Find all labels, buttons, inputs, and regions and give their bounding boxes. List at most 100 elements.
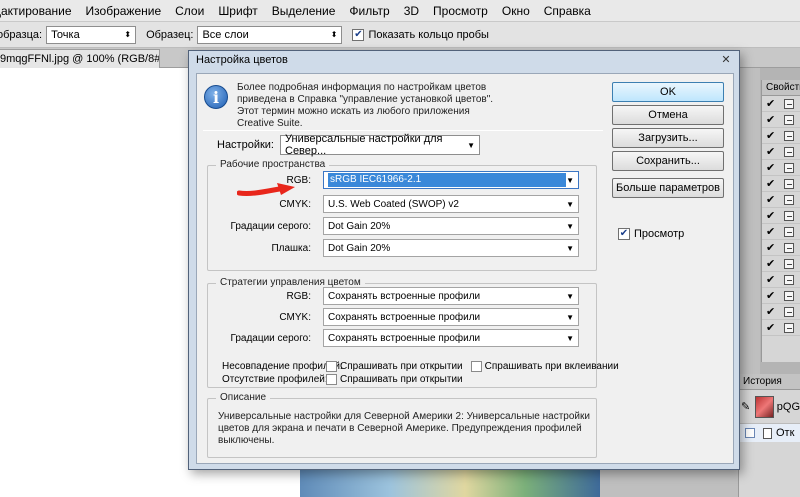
panel-row[interactable]: ✔ xyxy=(762,320,800,336)
gray-space-value: Dot Gain 20% xyxy=(328,220,391,232)
settings-value: Универсальные настройки для Север... xyxy=(285,133,443,157)
menu-window[interactable]: Окно xyxy=(495,4,537,18)
brush-icon: ✎ xyxy=(741,401,751,413)
color-settings-dialog: Настройка цветов ✕ i Более подробная инф… xyxy=(188,50,740,470)
panel-row[interactable]: ✔ xyxy=(762,272,800,288)
chevron-down-icon: ▼ xyxy=(566,175,574,185)
collapse-icon[interactable] xyxy=(784,130,794,141)
working-spaces-group: Рабочие пространства RGB: sRGB IEC61966-… xyxy=(207,159,597,271)
panel-row[interactable]: ✔ xyxy=(762,176,800,192)
show-ring-checkbox[interactable]: ✔ xyxy=(352,28,365,41)
check-icon: ✔ xyxy=(766,306,776,318)
panel-row[interactable]: ✔ xyxy=(762,288,800,304)
collapse-icon[interactable] xyxy=(784,226,794,237)
panel-row[interactable]: ✔ xyxy=(762,192,800,208)
gray-policy-label: Градации серого: xyxy=(230,332,311,344)
collapse-icon[interactable] xyxy=(784,274,794,285)
cmyk-space-value: U.S. Web Coated (SWOP) v2 xyxy=(328,198,459,210)
panel-row[interactable]: ✔ xyxy=(762,224,800,240)
menu-3d[interactable]: 3D xyxy=(397,4,426,18)
panel-row[interactable]: ✔ xyxy=(762,256,800,272)
collapse-icon[interactable] xyxy=(784,210,794,221)
ask-open-checkbox[interactable] xyxy=(326,361,337,372)
cancel-button[interactable]: Отмена xyxy=(612,105,724,125)
gray-policy-select[interactable]: Сохранять встроенные профили ▼ xyxy=(323,329,579,347)
collapse-icon[interactable] xyxy=(784,114,794,125)
menu-view[interactable]: Просмотр xyxy=(426,4,495,18)
panel-row[interactable]: ✔ xyxy=(762,304,800,320)
collapse-icon[interactable] xyxy=(784,258,794,269)
close-icon[interactable]: ✕ xyxy=(719,53,733,67)
sample-size-value: Точка xyxy=(51,28,80,41)
check-icon: ✔ xyxy=(766,98,776,110)
ask-paste-checkbox[interactable] xyxy=(470,361,482,372)
check-icon: ✔ xyxy=(766,162,776,174)
menu-bar: дактирование Изображение Слои Шрифт Выде… xyxy=(0,0,800,22)
collapse-icon[interactable] xyxy=(784,306,794,317)
collapse-icon[interactable] xyxy=(784,242,794,253)
preview-row: ✔ Просмотр xyxy=(618,228,684,240)
panel-row[interactable]: ✔ xyxy=(762,240,800,256)
cmyk-space-select[interactable]: U.S. Web Coated (SWOP) v2 ▼ xyxy=(323,195,579,213)
snapshot-thumbnail xyxy=(754,395,774,418)
menu-type[interactable]: Шрифт xyxy=(211,4,264,18)
menu-edit[interactable]: дактирование xyxy=(0,4,79,18)
panel-row[interactable]: ✔ xyxy=(762,160,800,176)
gray-space-select[interactable]: Dot Gain 20% ▼ xyxy=(323,217,579,235)
collapse-icon[interactable] xyxy=(784,162,794,173)
panel-row[interactable]: ✔ xyxy=(762,96,800,112)
check-icon: ✔ xyxy=(766,226,776,238)
description-text: Универсальные настройки для Северной Аме… xyxy=(218,411,590,446)
menu-image[interactable]: Изображение xyxy=(79,4,169,18)
collapse-icon[interactable] xyxy=(784,98,794,109)
chevron-down-icon: ▼ xyxy=(566,291,574,301)
check-icon: ✔ xyxy=(766,194,776,206)
ok-button[interactable]: OK xyxy=(612,82,724,102)
more-options-button[interactable]: Больше параметров xyxy=(612,178,724,198)
check-icon: ✔ xyxy=(766,146,776,158)
spot-space-select[interactable]: Dot Gain 20% ▼ xyxy=(323,239,579,257)
menu-layers[interactable]: Слои xyxy=(168,4,211,18)
history-panel-title: История xyxy=(739,374,800,390)
check-icon: ✔ xyxy=(766,178,776,190)
history-source-icon[interactable] xyxy=(745,428,755,438)
collapse-icon[interactable] xyxy=(784,146,794,157)
dialog-body: i Более подробная информация по настройк… xyxy=(196,73,734,464)
collapse-icon[interactable] xyxy=(784,290,794,301)
check-icon: ✔ xyxy=(766,114,776,126)
sample-select[interactable]: Все слои ⬍ xyxy=(197,25,343,44)
cmyk-space-label: CMYK: xyxy=(279,198,311,210)
document-tab[interactable]: 9mqgFFNl.jpg @ 100% (RGB/8#) × xyxy=(0,49,160,68)
collapse-icon[interactable] xyxy=(784,194,794,205)
panel-row[interactable]: ✔ xyxy=(762,128,800,144)
menu-help[interactable]: Справка xyxy=(537,4,598,18)
chevron-down-icon: ▼ xyxy=(566,221,574,231)
collapse-icon[interactable] xyxy=(784,322,794,333)
history-item[interactable]: Отк xyxy=(739,424,800,442)
panel-row[interactable]: ✔ xyxy=(762,112,800,128)
menu-select[interactable]: Выделение xyxy=(265,4,343,18)
settings-select[interactable]: Универсальные настройки для Север... ▼ xyxy=(280,133,480,157)
preview-checkbox[interactable]: ✔ xyxy=(618,228,630,240)
menu-filter[interactable]: Фильтр xyxy=(342,4,396,18)
ask-open-missing-checkbox[interactable] xyxy=(326,374,337,385)
description-title: Описание xyxy=(216,392,271,403)
history-snapshot[interactable]: ✎ pQG xyxy=(739,390,800,424)
load-button[interactable]: Загрузить... xyxy=(612,128,724,148)
show-ring-label: Показать кольцо пробы xyxy=(368,28,489,41)
dialog-title: Настройка цветов xyxy=(196,54,288,66)
save-button[interactable]: Сохранить... xyxy=(612,151,724,171)
cmyk-policy-select[interactable]: Сохранять встроенные профили ▼ xyxy=(323,308,579,326)
panel-row[interactable]: ✔ xyxy=(762,144,800,160)
ask-open-label: Спрашивать при открытии xyxy=(340,361,463,372)
info-icon: i xyxy=(204,85,228,109)
policies-group: Стратегии управления цветом RGB: Сохраня… xyxy=(207,277,619,388)
panel-row[interactable]: ✔ xyxy=(762,208,800,224)
rgb-space-select[interactable]: sRGB IEC61966-2.1 ▼ xyxy=(323,171,579,189)
rgb-policy-select[interactable]: Сохранять встроенные профили ▼ xyxy=(323,287,579,305)
chevron-down-icon: ▼ xyxy=(566,312,574,322)
rgb-policy-value: Сохранять встроенные профили xyxy=(328,290,481,302)
collapse-icon[interactable] xyxy=(784,178,794,189)
sample-size-select[interactable]: Точка ⬍ xyxy=(46,25,137,44)
preview-label: Просмотр xyxy=(634,228,685,240)
